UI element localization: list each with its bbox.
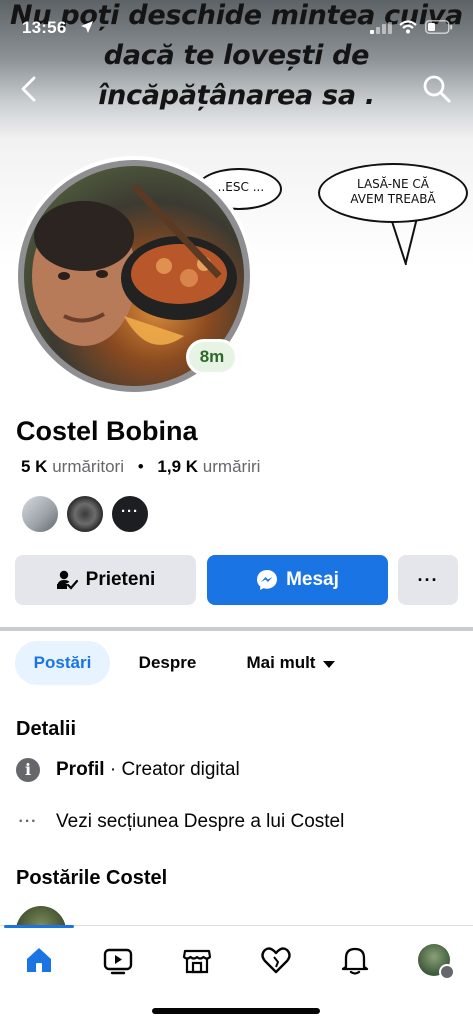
more-mutual-friends-button[interactable]: ··· <box>110 494 150 534</box>
followers-count: 5 K <box>21 457 48 476</box>
search-icon <box>423 75 451 103</box>
home-icon <box>27 948 51 972</box>
speech-bubble-right-line-1: LASĂ-NE CĂ <box>356 177 430 191</box>
section-divider <box>0 627 473 631</box>
tab-more[interactable]: Mai mult <box>232 641 350 685</box>
back-button[interactable] <box>14 72 46 106</box>
cover-caption-line-3: încăpățânarea sa . <box>98 80 375 111</box>
battery-icon <box>425 20 453 34</box>
see-about-link[interactable]: ··· Vezi secțiunea Despre a lui Costel <box>16 809 345 835</box>
back-chevron-icon <box>21 76 36 102</box>
status-bar: 13:56 <box>0 0 473 50</box>
nav-home[interactable] <box>21 942 57 978</box>
following-count: 1,9 K <box>157 457 199 476</box>
follow-stats[interactable]: 5 K urmăritori • 1,9 K urmăriri <box>21 457 260 477</box>
info-icon: i <box>16 758 40 782</box>
story-time-badge: 8m <box>186 339 238 375</box>
bell-icon <box>341 947 369 975</box>
separator-dot: • <box>137 457 144 476</box>
nav-notifications[interactable] <box>337 942 373 978</box>
nav-profile-menu[interactable] <box>416 942 455 980</box>
mutual-friend-avatar[interactable] <box>20 494 60 534</box>
details-heading: Detalii <box>16 718 77 740</box>
location-arrow-icon <box>81 21 93 33</box>
tab-about[interactable]: Despre <box>120 641 215 685</box>
friends-button[interactable]: Prieteni <box>15 555 196 605</box>
messenger-icon <box>257 570 278 590</box>
search-button[interactable] <box>420 72 454 106</box>
detail-profile-value: · Creator digital <box>104 759 240 780</box>
profile-avatar <box>418 944 455 980</box>
nav-marketplace[interactable] <box>179 942 215 978</box>
dating-heart-icon <box>261 947 291 974</box>
wifi-icon <box>399 20 417 34</box>
more-options-button[interactable]: ··· <box>398 555 458 605</box>
profile-name: Costel Bobina <box>16 416 198 446</box>
signal-icon <box>370 22 392 34</box>
video-icon <box>103 948 133 975</box>
speech-bubble-left-text: ...ESC ... <box>213 180 265 194</box>
caret-down-icon <box>323 660 336 668</box>
menu-badge-icon <box>439 964 455 980</box>
active-tab-indicator <box>4 925 74 928</box>
message-button[interactable]: Mesaj <box>207 555 388 605</box>
status-time: 13:56 <box>22 18 67 37</box>
see-about-link-label: Vezi secțiunea Despre a lui Costel <box>56 811 345 832</box>
tab-more-label: Mai mult <box>246 653 316 672</box>
friends-button-label: Prieteni <box>85 569 156 590</box>
speech-bubble-tail <box>404 220 418 264</box>
home-indicator <box>152 1008 320 1014</box>
mutual-friend-avatar[interactable] <box>65 494 105 534</box>
nav-dating[interactable] <box>258 942 294 978</box>
tab-posts[interactable]: Postări <box>15 641 110 685</box>
following-label: urmăriri <box>202 457 261 476</box>
speech-bubble-right: LASĂ-NE CĂ AVEM TREABĂ <box>318 163 468 223</box>
followers-label: urmăritori <box>52 457 124 476</box>
posts-heading: Postările Costel <box>16 867 168 889</box>
more-dots-icon: ··· <box>18 813 38 830</box>
speech-bubble-right-line-2: AVEM TREABĂ <box>350 192 436 206</box>
marketplace-icon <box>182 949 212 974</box>
message-button-label: Mesaj <box>286 569 339 590</box>
detail-profile-type: i Profil · Creator digital <box>16 757 240 783</box>
detail-profile-label: Profil <box>56 759 105 780</box>
nav-video[interactable] <box>100 942 136 978</box>
friends-check-icon <box>56 570 78 590</box>
